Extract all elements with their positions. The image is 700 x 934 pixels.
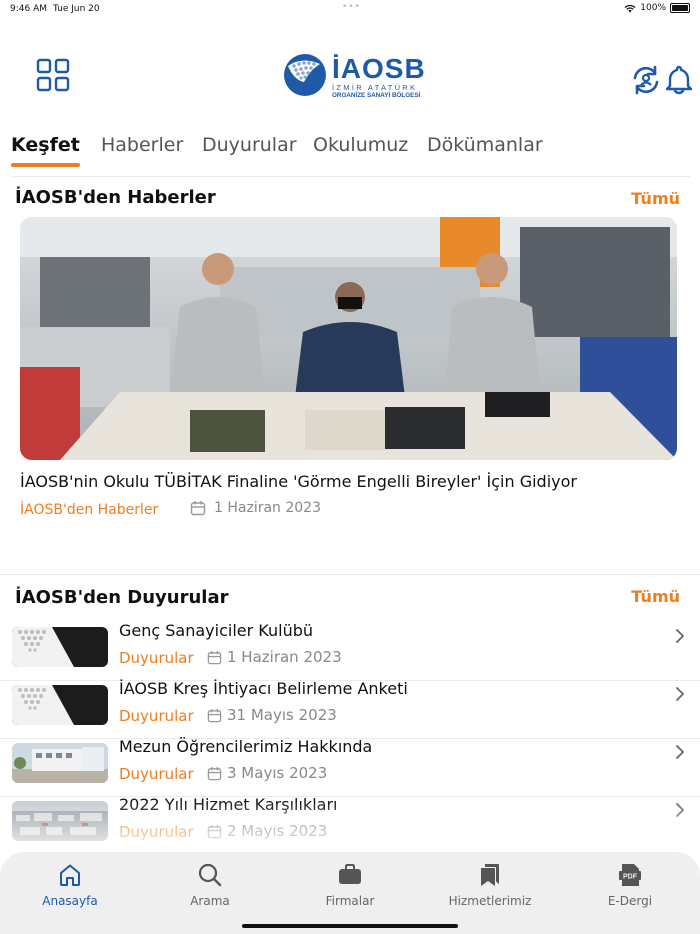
tab-bar-label: E-Dergi xyxy=(607,894,653,908)
tab-bar-item-anasayfa[interactable]: Anasayfa xyxy=(15,862,125,908)
status-bar: 9:46 AM Tue Jun 20 ••• 100% xyxy=(0,0,700,18)
announcement-date: 31 Mayıs 2023 xyxy=(227,706,337,724)
announcements-section-title: İAOSB'den Duyurular xyxy=(15,587,229,608)
announcement-thumbnail xyxy=(12,627,108,667)
news-item-date-group: 1 Haziran 2023 xyxy=(190,500,321,516)
news-item-category[interactable]: İAOSB'den Haberler xyxy=(20,502,158,518)
announcement-thumbnail xyxy=(12,685,108,725)
iaosb-logo: İAOSB İZMİR ATATÜRK ORGANİZE SANAYİ BÖLG… xyxy=(282,52,442,99)
news-section-title: İAOSB'den Haberler xyxy=(15,187,216,208)
logo-subtitle-2: ORGANİZE SANAYİ BÖLGESİ xyxy=(332,92,421,99)
logo-subtitle-1: İZMİR ATATÜRK xyxy=(332,83,418,92)
active-tab-indicator xyxy=(11,163,80,167)
search-icon xyxy=(198,863,222,887)
announcement-title: 2022 Yılı Hizmet Karşılıkları xyxy=(119,795,338,814)
calendar-icon xyxy=(207,766,222,780)
announcement-category: Duyurular xyxy=(119,707,194,725)
bottom-tab-bar: Anasayfa Arama Firmalar Hizmetlerimiz PD… xyxy=(0,852,700,934)
list-item[interactable]: İAOSB Kreş İhtiyacı Belirleme Anketi Duy… xyxy=(0,679,700,739)
home-indicator xyxy=(242,924,458,928)
announcement-date-group: 1 Haziran 2023 xyxy=(207,648,342,666)
tab-bar-label: Anasayfa xyxy=(42,894,98,908)
tab-bar-item-arama[interactable]: Arama xyxy=(155,862,265,908)
grid-icon[interactable] xyxy=(36,58,70,92)
tab-bar-label: Arama xyxy=(190,894,230,908)
announcement-thumbnail xyxy=(12,801,108,841)
announcement-date: 1 Haziran 2023 xyxy=(227,648,342,666)
news-featured-image[interactable] xyxy=(20,217,677,460)
tab-bar-label: Firmalar xyxy=(325,894,375,908)
tab-bar-label: Hizmetlerimiz xyxy=(448,894,532,908)
announcement-category: Duyurular xyxy=(119,765,194,783)
calendar-icon xyxy=(207,708,222,722)
announcement-title: Genç Sanayiciler Kulübü xyxy=(119,621,313,640)
refresh-icon[interactable] xyxy=(630,64,662,96)
status-right: 100% xyxy=(624,3,690,13)
announcement-date-group: 3 Mayıs 2023 xyxy=(207,764,327,782)
news-item-title[interactable]: İAOSB'nin Okulu TÜBİTAK Finaline 'Görme … xyxy=(20,472,577,491)
announcement-thumbnail xyxy=(12,743,108,783)
tab-duyurular[interactable]: Duyurular xyxy=(202,134,297,156)
tab-haberler[interactable]: Haberler xyxy=(101,134,183,156)
category-tabs: Keşfet Haberler Duyurular Okulumuz Döküm… xyxy=(11,132,690,177)
announcements-see-all-link[interactable]: Tümü xyxy=(631,587,680,606)
home-icon xyxy=(60,864,80,886)
announcement-date-group: 31 Mayıs 2023 xyxy=(207,706,337,724)
calendar-icon xyxy=(207,650,222,664)
news-see-all-link[interactable]: Tümü xyxy=(631,189,680,208)
chevron-right-icon xyxy=(676,803,684,817)
announcement-category: Duyurular xyxy=(119,823,194,841)
svg-text:PDF: PDF xyxy=(623,874,638,881)
news-photo xyxy=(20,217,677,460)
bookmarks-icon xyxy=(481,864,499,886)
announcement-category: Duyurular xyxy=(119,649,194,667)
list-item[interactable]: Genç Sanayiciler Kulübü Duyurular 1 Hazi… xyxy=(0,621,700,681)
multitask-dots-icon: ••• xyxy=(342,2,361,12)
announcement-date-group: 2 Mayıs 2023 xyxy=(207,822,327,840)
briefcase-icon xyxy=(339,864,361,884)
announcement-date: 2 Mayıs 2023 xyxy=(227,822,328,840)
wifi-icon xyxy=(624,4,636,12)
section-divider xyxy=(0,574,700,575)
tab-bar-item-firmalar[interactable]: Firmalar xyxy=(295,862,405,908)
bell-icon[interactable] xyxy=(664,64,694,96)
tab-kesfet[interactable]: Keşfet xyxy=(11,134,80,156)
battery-percent: 100% xyxy=(640,3,666,13)
tab-bar-item-hizmetlerimiz[interactable]: Hizmetlerimiz xyxy=(435,862,545,908)
calendar-icon xyxy=(190,501,206,516)
list-item[interactable]: 2022 Yılı Hizmet Karşılıkları Duyurular … xyxy=(0,795,700,855)
list-item[interactable]: Mezun Öğrencilerimiz Hakkında Duyurular … xyxy=(0,737,700,797)
app-header: İAOSB İZMİR ATATÜRK ORGANİZE SANAYİ BÖLG… xyxy=(0,40,700,110)
logo-globe-icon xyxy=(284,54,326,96)
announcement-title: Mezun Öğrencilerimiz Hakkında xyxy=(119,737,373,756)
chevron-right-icon xyxy=(676,629,684,643)
tab-dokumanlar[interactable]: Dökümanlar xyxy=(427,134,543,156)
logo-text: İAOSB xyxy=(332,53,426,84)
chevron-right-icon xyxy=(676,745,684,759)
status-date: Tue Jun 20 xyxy=(53,4,100,14)
battery-icon xyxy=(670,3,690,13)
calendar-icon xyxy=(207,824,222,838)
tab-okulumuz[interactable]: Okulumuz xyxy=(313,134,408,156)
news-item-date: 1 Haziran 2023 xyxy=(214,500,321,516)
announcement-date: 3 Mayıs 2023 xyxy=(227,764,328,782)
chevron-right-icon xyxy=(676,687,684,701)
tab-bar-item-e-dergi[interactable]: PDF E-Dergi xyxy=(575,862,685,908)
pdf-icon: PDF xyxy=(619,864,641,886)
announcement-title: İAOSB Kreş İhtiyacı Belirleme Anketi xyxy=(119,679,408,698)
status-time: 9:46 AM xyxy=(10,4,47,14)
